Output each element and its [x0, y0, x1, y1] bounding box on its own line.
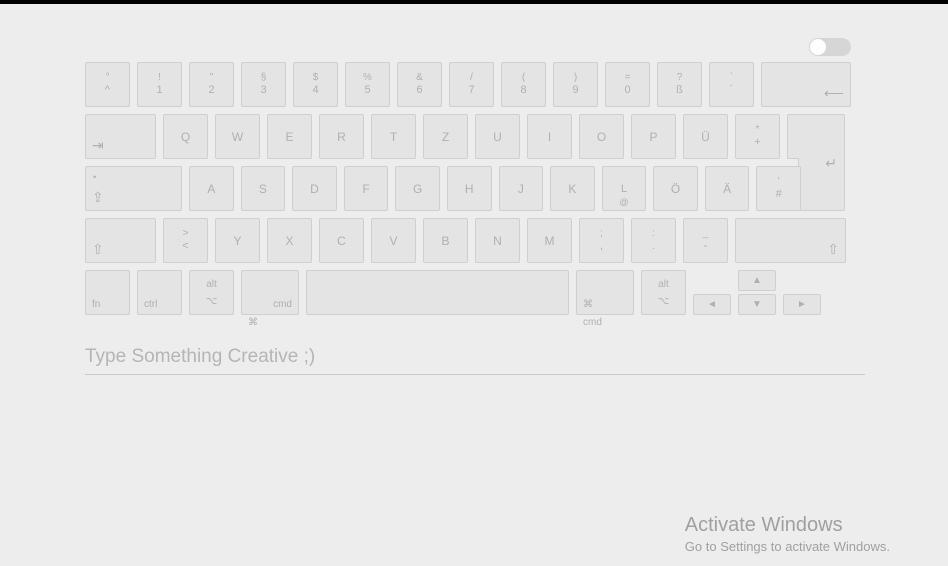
key-2[interactable]: "2: [189, 62, 234, 107]
key-e[interactable]: E: [267, 114, 312, 159]
key-6[interactable]: &6: [397, 62, 442, 107]
key-period[interactable]: :.: [631, 218, 676, 263]
key-4[interactable]: $4: [293, 62, 338, 107]
key-cmd-left[interactable]: cmd⌘: [241, 270, 299, 315]
key-space[interactable]: [306, 270, 569, 315]
key-ae[interactable]: Ä: [705, 166, 750, 211]
key-backspace[interactable]: ⟵: [761, 62, 851, 107]
key-i[interactable]: I: [527, 114, 572, 159]
key-r[interactable]: R: [319, 114, 364, 159]
key-l[interactable]: L@: [602, 166, 647, 211]
key-caret[interactable]: °^: [85, 62, 130, 107]
key-m[interactable]: M: [527, 218, 572, 263]
key-f[interactable]: F: [344, 166, 389, 211]
key-b[interactable]: B: [423, 218, 468, 263]
key-5[interactable]: %5: [345, 62, 390, 107]
key-row-1: °^ !1 "2 §3 $4 %5 &6 /7 (8 )9 =0 ?ß `´ ⟵: [85, 62, 851, 107]
key-alt-left[interactable]: alt⌥: [189, 270, 234, 315]
key-hash[interactable]: '#: [756, 166, 801, 211]
key-comma[interactable]: ;,: [579, 218, 624, 263]
key-eszett[interactable]: ?ß: [657, 62, 702, 107]
key-c[interactable]: C: [319, 218, 364, 263]
key-row-3: • ⇪ A S D F G H J K L@ Ö Ä '#: [85, 166, 801, 211]
key-fn[interactable]: fn: [85, 270, 130, 315]
key-a[interactable]: A: [189, 166, 234, 211]
key-angle[interactable]: ><: [163, 218, 208, 263]
key-arrow-left[interactable]: ◄: [693, 294, 731, 315]
watermark-title: Activate Windows: [685, 514, 890, 537]
key-x[interactable]: X: [267, 218, 312, 263]
key-tab[interactable]: ⇥: [85, 114, 156, 159]
key-row-5: fn ctrl alt⌥ cmd⌘ ⌘cmd alt⌥ ◄ ▲ ▼ ►: [85, 270, 851, 315]
key-p[interactable]: P: [631, 114, 676, 159]
key-g[interactable]: G: [395, 166, 440, 211]
key-arrow-right[interactable]: ►: [783, 294, 821, 315]
window-top-border: [0, 0, 948, 4]
key-d[interactable]: D: [292, 166, 337, 211]
key-cmd-right[interactable]: ⌘cmd: [576, 270, 634, 315]
key-y[interactable]: Y: [215, 218, 260, 263]
key-8[interactable]: (8: [501, 62, 546, 107]
key-arrow-down[interactable]: ▼: [738, 294, 776, 315]
arrow-cluster: ◄ ▲ ▼ ►: [693, 270, 821, 315]
key-1[interactable]: !1: [137, 62, 182, 107]
key-oe[interactable]: Ö: [653, 166, 698, 211]
key-o[interactable]: O: [579, 114, 624, 159]
key-9[interactable]: )9: [553, 62, 598, 107]
key-h[interactable]: H: [447, 166, 492, 211]
key-capslock[interactable]: • ⇪: [85, 166, 182, 211]
key-shift-right[interactable]: ⇧: [735, 218, 846, 263]
key-7[interactable]: /7: [449, 62, 494, 107]
key-t[interactable]: T: [371, 114, 416, 159]
windows-activation-watermark: Activate Windows Go to Settings to activ…: [685, 514, 890, 554]
key-ue[interactable]: Ü: [683, 114, 728, 159]
virtual-keyboard: °^ !1 "2 §3 $4 %5 &6 /7 (8 )9 =0 ?ß `´ ⟵…: [85, 62, 851, 322]
key-0[interactable]: =0: [605, 62, 650, 107]
key-z[interactable]: Z: [423, 114, 468, 159]
key-row-4: ⇧ >< Y X C V B N M ;, :. _- ⇧: [85, 218, 851, 263]
key-j[interactable]: J: [499, 166, 544, 211]
key-k[interactable]: K: [550, 166, 595, 211]
key-ctrl[interactable]: ctrl: [137, 270, 182, 315]
key-shift-left[interactable]: ⇧: [85, 218, 156, 263]
key-acute[interactable]: `´: [709, 62, 754, 107]
key-minus[interactable]: _-: [683, 218, 728, 263]
key-q[interactable]: Q: [163, 114, 208, 159]
watermark-sub: Go to Settings to activate Windows.: [685, 539, 890, 554]
key-v[interactable]: V: [371, 218, 416, 263]
key-arrow-up[interactable]: ▲: [738, 270, 776, 291]
key-w[interactable]: W: [215, 114, 260, 159]
key-s[interactable]: S: [241, 166, 286, 211]
toggle-knob: [810, 39, 826, 55]
key-n[interactable]: N: [475, 218, 520, 263]
key-3[interactable]: §3: [241, 62, 286, 107]
key-u[interactable]: U: [475, 114, 520, 159]
key-plus[interactable]: *+: [735, 114, 780, 159]
theme-toggle[interactable]: [809, 38, 851, 56]
key-alt-right[interactable]: alt⌥: [641, 270, 686, 315]
text-input[interactable]: [85, 340, 865, 375]
